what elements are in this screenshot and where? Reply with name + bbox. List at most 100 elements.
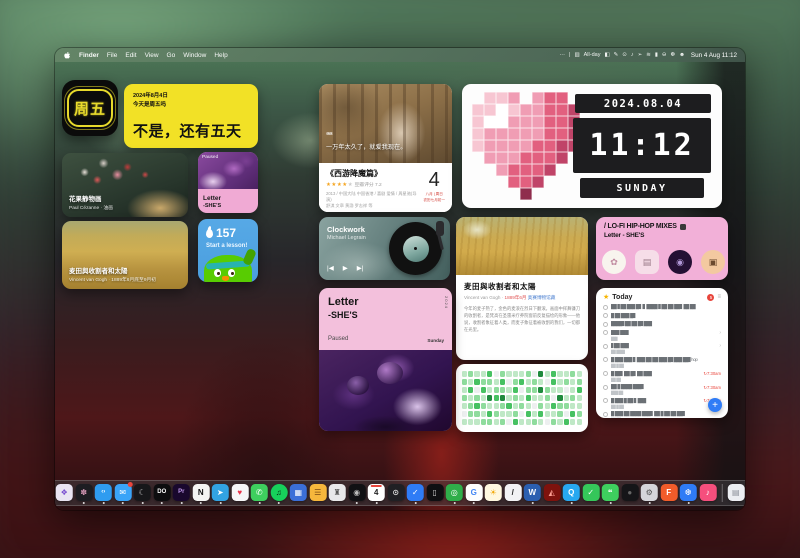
checkbox-icon[interactable] xyxy=(603,313,608,318)
dock-calendar[interactable]: 4 xyxy=(367,482,385,504)
checkbox-icon[interactable] xyxy=(603,305,608,310)
dock-blue-app[interactable]: ▦ xyxy=(289,482,307,504)
status-wifi-icon[interactable]: ≋ xyxy=(646,52,651,58)
wheatfield-art-widget[interactable]: 麦田與收割者和太陽 Vincent van Gogh · 1889年6月底至9月… xyxy=(62,221,188,289)
friday-app-icon[interactable]: 周五 xyxy=(62,80,118,136)
status-airdrop-icon[interactable]: ➢ xyxy=(638,52,643,58)
contribution-graph-widget[interactable] xyxy=(456,364,588,432)
clockwork-player-widget[interactable]: Clockwork Michael Legrain |◀ ▶ ▶| xyxy=(319,217,450,280)
friday-countdown-widget[interactable]: 2024年8月4日 今天是周五吗 不是，还有五天 xyxy=(124,84,258,148)
status-allday-label-icon[interactable]: All-day xyxy=(584,52,601,58)
menu-clock[interactable]: Sun 4 Aug 11:12 xyxy=(691,52,737,59)
chevron-right-icon: › xyxy=(719,330,721,336)
checkbox-icon[interactable] xyxy=(603,385,608,390)
status-music-icon[interactable]: ♪ xyxy=(631,52,634,58)
dock-vscode[interactable]: ‹› xyxy=(94,482,112,504)
dock-black-app[interactable]: ● xyxy=(621,482,639,504)
dock-things[interactable]: ✓ xyxy=(406,482,424,504)
status-divider-icon[interactable]: | xyxy=(569,52,570,58)
status-record-icon[interactable]: ⊙ xyxy=(622,52,627,58)
status-focus-icon[interactable]: ⊖ xyxy=(662,52,667,58)
dock-settings[interactable]: ⚙ xyxy=(640,482,658,504)
checkbox-icon[interactable] xyxy=(603,344,608,349)
dock-photos-dark[interactable]: ✽ xyxy=(75,482,93,504)
pixel-clock-widget[interactable]: 2024.08.04 11:12 SUNDAY xyxy=(462,84,722,208)
dock-figure-app[interactable]: ♜ xyxy=(328,482,346,504)
dock-mail[interactable]: ✉ xyxy=(114,482,132,504)
dock-f-app[interactable]: F xyxy=(660,482,678,504)
dock-camera[interactable]: ◉ xyxy=(348,482,366,504)
dock-launchpad[interactable]: ❖ xyxy=(55,482,73,504)
dock-messages[interactable]: ❝ xyxy=(601,482,619,504)
dock-do-app[interactable]: DO xyxy=(153,482,171,504)
checkbox-icon[interactable] xyxy=(603,398,608,403)
status-snowflake-icon[interactable]: ❆ xyxy=(670,52,675,58)
do-app-icon: DO xyxy=(153,484,170,501)
dock-red-app[interactable]: ◭ xyxy=(543,482,561,504)
next-button[interactable]: ▶| xyxy=(357,264,364,272)
dock-notion[interactable]: N xyxy=(192,482,210,504)
doodle-sticker[interactable]: ✿ xyxy=(602,250,626,274)
vinyl-sticker[interactable]: ◉ xyxy=(668,250,692,274)
tonearm xyxy=(436,221,444,236)
dock-slash-app[interactable]: / xyxy=(504,482,522,504)
radio-sticker[interactable]: ▤ xyxy=(635,250,659,274)
menu-item-window[interactable]: Window xyxy=(183,52,206,59)
dock-health[interactable]: ♥ xyxy=(231,482,249,504)
status-user-icon[interactable]: ☻ xyxy=(679,52,685,58)
dock-downloads[interactable]: ▤ xyxy=(727,482,745,504)
reminders-widget[interactable]: ★ Today 5 ≡ ██ ▊██ ███ █▊ ▊ ████ ▊██ ██ … xyxy=(596,288,728,418)
painting-year[interactable]: 1889年6月 xyxy=(505,295,527,300)
checkbox-icon[interactable] xyxy=(603,330,608,335)
dock-pink-app[interactable]: ♪ xyxy=(699,482,717,504)
checkbox-icon[interactable] xyxy=(603,412,608,417)
todo-more-icon[interactable]: ≡ xyxy=(717,294,721,300)
dock-word[interactable]: W xyxy=(523,482,541,504)
dock-qq[interactable]: Q xyxy=(562,482,580,504)
art-info-widget[interactable]: 麦田與收割者和太陽 Vincent van Gogh · 1889年6月 奥赛博… xyxy=(456,217,588,360)
menu-item-edit[interactable]: Edit xyxy=(125,52,136,59)
checkbox-icon[interactable] xyxy=(603,357,608,362)
add-reminder-button[interactable]: + xyxy=(708,398,722,412)
duolingo-widget[interactable]: 157 Start a lesson! xyxy=(198,219,258,282)
car-app-icon: ⊙ xyxy=(387,484,404,501)
checkbox-icon[interactable] xyxy=(603,322,608,327)
apple-logo-icon[interactable] xyxy=(63,51,71,60)
dock-dark-app[interactable]: ☾ xyxy=(133,482,151,504)
checkbox-icon[interactable] xyxy=(603,371,608,376)
music-widget-large[interactable]: Letter -SHE'S Paused 2024 Sunday xyxy=(319,288,452,431)
boombox-sticker[interactable]: ▣ xyxy=(701,250,725,274)
menu-item-file[interactable]: File xyxy=(107,52,117,59)
menu-item-finder[interactable]: Finder xyxy=(79,52,99,59)
dock-car-app[interactable]: ⊙ xyxy=(387,482,405,504)
previous-button[interactable]: |◀ xyxy=(327,264,334,272)
dock-shield-app[interactable]: ✓ xyxy=(582,482,600,504)
dock-green-app[interactable]: ◎ xyxy=(445,482,463,504)
status-pen-icon[interactable]: ✎ xyxy=(614,52,619,58)
status-app-cluster-icon[interactable]: ▥ xyxy=(574,52,579,58)
menu-item-go[interactable]: Go xyxy=(167,52,176,59)
music-widget-small[interactable]: Paused Letter -SHE'S xyxy=(198,152,258,213)
status-more-icon[interactable]: ⋯ xyxy=(560,52,566,58)
status-tile-icon[interactable]: ◧ xyxy=(604,52,609,58)
dock-snowflake-app[interactable]: ❆ xyxy=(679,482,697,504)
contribution-cell xyxy=(557,379,562,384)
todo-text: █ ███ ███ ▊ ███ ██ ██ ███ █▊███ ██▊hop xyxy=(611,357,721,363)
painting-museum[interactable]: 奥赛博物馆藏 xyxy=(527,295,556,300)
dock-telegram[interactable]: ➤ xyxy=(211,482,229,504)
dock-google[interactable]: G xyxy=(465,482,483,504)
menu-item-view[interactable]: View xyxy=(145,52,159,59)
lofi-playlist-widget[interactable]: / LO-FI HIP-HOP MIXES Letter - SHE'S ✿▤◉… xyxy=(596,217,728,280)
play-button[interactable]: ▶ xyxy=(343,264,348,272)
movie-widget[interactable]: ““ 一万年太久了，就爱我现在。 《西游降魔篇》 ★★★★★ 豆瓣评分 7.2 … xyxy=(319,84,452,212)
cezanne-art-widget[interactable]: 花果静物画 Paul Cézanne · 油画 xyxy=(62,153,188,217)
slash-app-icon: / xyxy=(504,484,521,501)
menu-item-help[interactable]: Help xyxy=(214,52,227,59)
dock-spotify[interactable]: ♫ xyxy=(270,482,288,504)
dock-iphone-mirroring[interactable]: ▯ xyxy=(426,482,444,504)
dock-premiere[interactable]: Pr xyxy=(172,482,190,504)
status-battery-icon[interactable]: ▮ xyxy=(655,52,658,58)
dock-wechat[interactable]: ✆ xyxy=(250,482,268,504)
dock-orange-app[interactable]: ☰ xyxy=(309,482,327,504)
dock-bulb-app[interactable]: ☀ xyxy=(484,482,502,504)
